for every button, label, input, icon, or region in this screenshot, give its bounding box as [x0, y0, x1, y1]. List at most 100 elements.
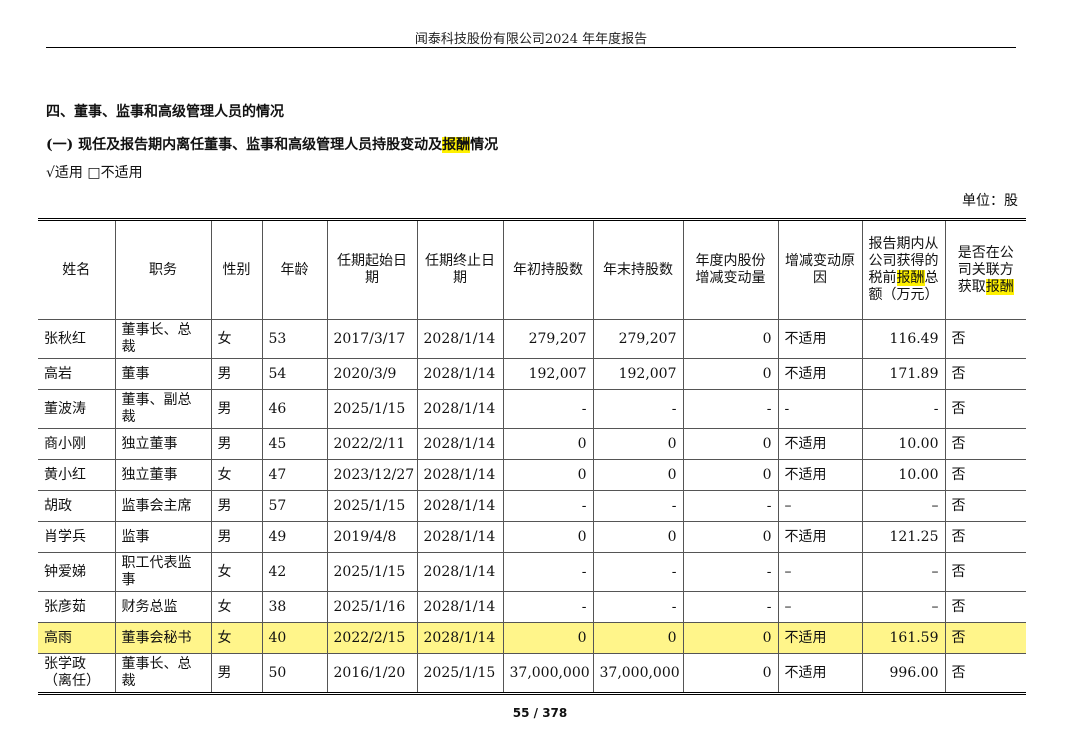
cell-end: 2028/1/14 — [416, 622, 504, 654]
cell-related: 否 — [944, 521, 1026, 553]
cell-end-shares: - — [592, 490, 684, 522]
cell-related: 否 — [944, 319, 1026, 359]
cell-gender: 女 — [210, 552, 263, 592]
col-header-related-party-pay: 是否在公司关联方获取报酬 — [944, 221, 1026, 320]
section-title: 四、董事、监事和高级管理人员的情况 — [46, 104, 284, 120]
cell-change: - — [682, 591, 779, 623]
cell-age: 47 — [261, 459, 328, 491]
cell-gender: 男 — [210, 653, 263, 692]
cell-start: 2017/3/17 — [326, 319, 418, 359]
cell-reason: 不适用 — [777, 459, 863, 491]
cell-start: 2025/1/16 — [326, 591, 418, 623]
col-header-position: 职务 — [114, 221, 212, 320]
cell-end-shares: 37,000,000 — [592, 653, 684, 692]
cell-end-shares: - — [592, 552, 684, 592]
cell-pay: 116.49 — [861, 319, 946, 359]
cell-position: 董事长、总裁 — [114, 319, 212, 359]
col-header-start-date: 任期起始日期 — [326, 221, 418, 320]
cell-name: 高雨 — [38, 622, 116, 654]
col-header-name: 姓名 — [38, 221, 116, 320]
cell-name: 商小刚 — [38, 428, 116, 460]
cell-end: 2028/1/14 — [416, 428, 504, 460]
cell-pay: 161.59 — [861, 622, 946, 654]
cell-end: 2028/1/14 — [416, 319, 504, 359]
cell-start: 2025/1/15 — [326, 389, 418, 429]
cell-related: 否 — [944, 490, 1026, 522]
cell-position: 董事会秘书 — [114, 622, 212, 654]
table-row: 张学政（离任） 董事长、总裁男 50 2016/1/20 2025/1/15 37,000… — [38, 653, 1026, 692]
cell-reason: 不适用 — [777, 653, 863, 692]
cell-gender: 女 — [210, 622, 263, 654]
unit-label: 单位：股 — [962, 193, 1018, 209]
cell-name: 肖学兵 — [38, 521, 116, 553]
cell-end-shares: - — [592, 389, 684, 429]
cell-gender: 男 — [210, 389, 263, 429]
cell-gender: 男 — [210, 521, 263, 553]
cell-age: 38 — [261, 591, 328, 623]
pay-header-highlight: 报酬 — [896, 270, 925, 286]
cell-reason: – — [777, 591, 863, 623]
cell-start: 2022/2/11 — [326, 428, 418, 460]
report-header-title: 闻泰科技股份有限公司2024 年年度报告 — [414, 32, 648, 47]
cell-begin-shares: 192,007 — [502, 358, 594, 390]
cell-pay: 10.00 — [861, 428, 946, 460]
cell-end-shares: 0 — [592, 622, 684, 654]
shareholding-table: 姓名 职务 性别 年龄 任期起始日期 任期终止日期 年初持股数 年末持股数 年度… — [38, 221, 1026, 692]
header-rule — [46, 47, 1016, 48]
col-header-share-change: 年度内股份增减变动量 — [682, 221, 779, 320]
subtitle-text-pre: (一) 现任及报告期内离任董事、监事和高级管理人员持股变动及 — [46, 137, 443, 153]
cell-begin-shares: - — [502, 552, 594, 592]
cell-begin-shares: - — [502, 490, 594, 522]
applicability-checkbox-label: √适用 □不适用 — [46, 165, 143, 181]
cell-end: 2028/1/14 — [416, 521, 504, 553]
cell-gender: 男 — [210, 358, 263, 390]
col-header-pretax-pay: 报告期内从公司获得的税前报酬总额（万元） — [861, 221, 946, 320]
cell-name: 钟爱娣 — [38, 552, 116, 592]
cell-end: 2025/1/15 — [416, 653, 504, 692]
cell-age: 54 — [261, 358, 328, 390]
cell-end: 2028/1/14 — [416, 591, 504, 623]
cell-start: 2025/1/15 — [326, 490, 418, 522]
table-row: 黄小红 独立董事女 47 2023/12/27 2028/1/14 0 0 0 不适用 10.00… — [38, 459, 1026, 491]
cell-position: 董事长、总裁 — [114, 653, 212, 692]
cell-change: 0 — [682, 653, 779, 692]
table-row: 董波涛 董事、副总裁男 46 2025/1/15 2028/1/14- - - - - 否 — [38, 389, 1026, 429]
section-subtitle: (一) 现任及报告期内离任董事、监事和高级管理人员持股变动及报酬情况 — [46, 134, 498, 154]
cell-pay: - — [861, 389, 946, 429]
cell-gender: 女 — [210, 459, 263, 491]
cell-gender: 男 — [210, 490, 263, 522]
cell-name: 高岩 — [38, 358, 116, 390]
shareholding-table-frame: 姓名 职务 性别 年龄 任期起始日期 任期终止日期 年初持股数 年末持股数 年度… — [38, 218, 1026, 695]
cell-related: 否 — [944, 653, 1026, 692]
cell-reason: 不适用 — [777, 358, 863, 390]
table-row: 张秋红 董事长、总裁女 53 2017/3/17 2028/1/14 279,207 279… — [38, 319, 1026, 359]
cell-name: 张学政（离任） — [38, 653, 116, 692]
cell-age: 45 — [261, 428, 328, 460]
cell-pay: – — [861, 591, 946, 623]
cell-gender: 男 — [210, 428, 263, 460]
cell-name: 黄小红 — [38, 459, 116, 491]
subtitle-text-post: 情况 — [470, 137, 499, 153]
subtitle-text-highlight: 报酬 — [442, 137, 471, 153]
cell-reason: – — [777, 490, 863, 522]
table-row: 钟爱娣 职工代表监事女 42 2025/1/15 2028/1/14- - - – – 否 — [38, 552, 1026, 592]
cell-begin-shares: 0 — [502, 459, 594, 491]
cell-change: 0 — [682, 319, 779, 359]
cell-start: 2016/1/20 — [326, 653, 418, 692]
cell-end: 2028/1/14 — [416, 358, 504, 390]
cell-end: 2028/1/14 — [416, 459, 504, 491]
cell-name: 张彦茹 — [38, 591, 116, 623]
col-header-begin-shares: 年初持股数 — [502, 221, 594, 320]
cell-end: 2028/1/14 — [416, 389, 504, 429]
cell-reason: 不适用 — [777, 428, 863, 460]
cell-position: 监事会主席 — [114, 490, 212, 522]
table-row: 商小刚 独立董事男 45 2022/2/11 2028/1/14 0 0 0 不适用 10.00 否 — [38, 428, 1026, 460]
cell-position: 董事 — [114, 358, 212, 390]
cell-start: 2022/2/15 — [326, 622, 418, 654]
cell-age: 40 — [261, 622, 328, 654]
cell-change: 0 — [682, 521, 779, 553]
cell-pay: – — [861, 552, 946, 592]
cell-pay: 996.00 — [861, 653, 946, 692]
cell-change: - — [682, 490, 779, 522]
col-header-gender: 性别 — [210, 221, 263, 320]
